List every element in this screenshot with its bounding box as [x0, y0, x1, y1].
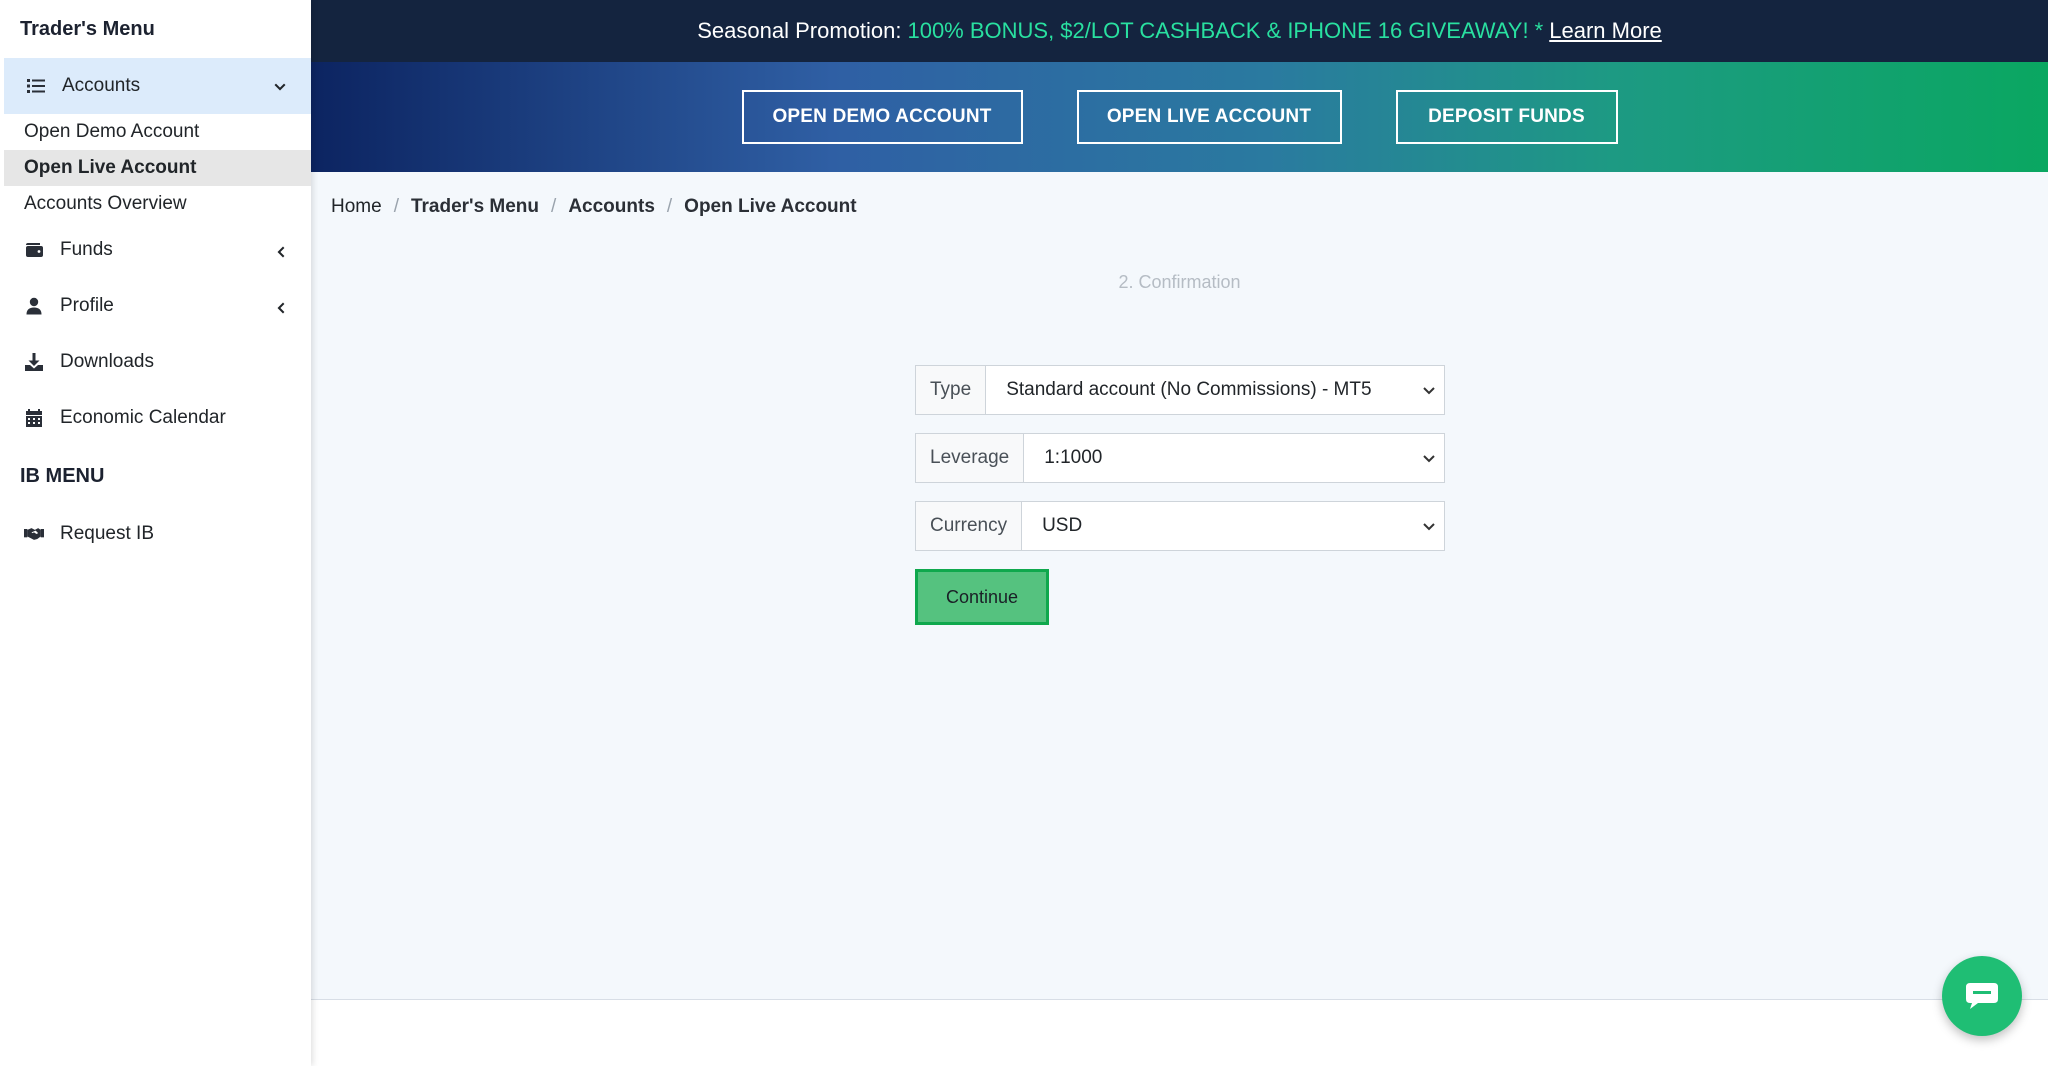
- content-area: Home / Trader's Menu / Accounts / Open L…: [311, 172, 2048, 1000]
- currency-value: USD: [1042, 515, 1083, 536]
- sidebar-item-request-ib[interactable]: Request IB: [0, 506, 311, 562]
- sidebar-item-profile[interactable]: Profile: [0, 278, 311, 334]
- leverage-label: Leverage: [916, 434, 1025, 482]
- open-account-form: Type Standard account (No Commissions) -…: [915, 365, 1445, 625]
- type-value: Standard account (No Commissions) - MT5: [1006, 379, 1372, 400]
- list-icon: [24, 74, 48, 98]
- main-area: Seasonal Promotion: 100% BONUS, $2/LOT C…: [311, 0, 2048, 1000]
- sidebar-item-accounts[interactable]: Accounts: [4, 58, 311, 114]
- calendar-icon: [22, 406, 46, 430]
- sidebar-subitem-accounts-overview[interactable]: Accounts Overview: [0, 186, 311, 222]
- breadcrumb-separator: /: [393, 196, 399, 217]
- sidebar-item-funds[interactable]: Funds: [0, 222, 311, 278]
- download-icon: [22, 350, 46, 374]
- breadcrumb-home[interactable]: Home: [331, 196, 382, 218]
- chevron-down-icon: [1423, 455, 1435, 463]
- breadcrumb: Home / Trader's Menu / Accounts / Open L…: [331, 196, 857, 218]
- hero-bar: OPEN DEMO ACCOUNT OPEN LIVE ACCOUNT DEPO…: [311, 62, 2048, 172]
- currency-select[interactable]: USD: [1022, 502, 1444, 550]
- sidebar-subitem-open-demo[interactable]: Open Demo Account: [0, 114, 311, 150]
- sidebar-item-label: Economic Calendar: [60, 407, 226, 428]
- continue-button[interactable]: Continue: [915, 569, 1049, 625]
- chevron-left-icon: [273, 243, 287, 258]
- open-demo-account-button[interactable]: OPEN DEMO ACCOUNT: [741, 90, 1023, 144]
- learn-more-link[interactable]: Learn More: [1549, 18, 1662, 44]
- sidebar-item-label: Funds: [60, 239, 113, 260]
- chevron-down-icon: [273, 79, 287, 93]
- type-field: Type Standard account (No Commissions) -…: [915, 365, 1445, 415]
- currency-field: Currency USD: [915, 501, 1445, 551]
- user-icon: [22, 294, 46, 318]
- handshake-icon: [22, 522, 46, 546]
- breadcrumb-separator: /: [666, 196, 673, 217]
- promo-prefix: Seasonal Promotion:: [697, 18, 902, 43]
- type-label: Type: [916, 366, 987, 414]
- currency-label: Currency: [916, 502, 1023, 550]
- sidebar-subitem-open-live[interactable]: Open Live Account: [4, 150, 311, 186]
- wallet-icon: [22, 238, 46, 262]
- sidebar-item-label: Request IB: [60, 523, 154, 544]
- breadcrumb-accounts[interactable]: Accounts: [568, 196, 655, 218]
- chevron-down-icon: [1423, 523, 1435, 531]
- chat-icon: [1966, 983, 1998, 1009]
- chevron-left-icon: [273, 299, 287, 314]
- type-select[interactable]: Standard account (No Commissions) - MT5: [986, 366, 1444, 414]
- breadcrumb-separator: /: [551, 196, 557, 217]
- sidebar-title: Trader's Menu: [20, 18, 155, 40]
- sidebar-item-label: Profile: [60, 295, 114, 316]
- ib-menu-heading: IB MENU: [20, 465, 105, 487]
- sidebar-item-label: Downloads: [60, 351, 154, 372]
- open-live-account-button[interactable]: OPEN LIVE ACCOUNT: [1076, 90, 1342, 144]
- leverage-value: 1:1000: [1044, 447, 1103, 468]
- chat-button[interactable]: [1942, 956, 2022, 1036]
- deposit-funds-button[interactable]: DEPOSIT FUNDS: [1395, 90, 1618, 144]
- promo-banner: Seasonal Promotion: 100% BONUS, $2/LOT C…: [311, 0, 2048, 62]
- breadcrumb-open-live-account: Open Live Account: [684, 196, 857, 217]
- sidebar-item-downloads[interactable]: Downloads: [0, 334, 311, 390]
- leverage-select[interactable]: 1:1000: [1024, 434, 1444, 482]
- chevron-down-icon: [1423, 387, 1435, 395]
- leverage-field: Leverage 1:1000: [915, 433, 1445, 483]
- sidebar-item-label: Accounts: [62, 75, 141, 96]
- sidebar: Trader's Menu Accounts Open Demo Account…: [0, 0, 311, 1066]
- sidebar-item-economic-calendar[interactable]: Economic Calendar: [0, 390, 311, 446]
- promo-highlight: 100% BONUS, $2/LOT CASHBACK & IPHONE 16 …: [907, 18, 1544, 43]
- step-label: 2. Confirmation: [1118, 272, 1241, 292]
- breadcrumb-traders-menu[interactable]: Trader's Menu: [411, 196, 539, 218]
